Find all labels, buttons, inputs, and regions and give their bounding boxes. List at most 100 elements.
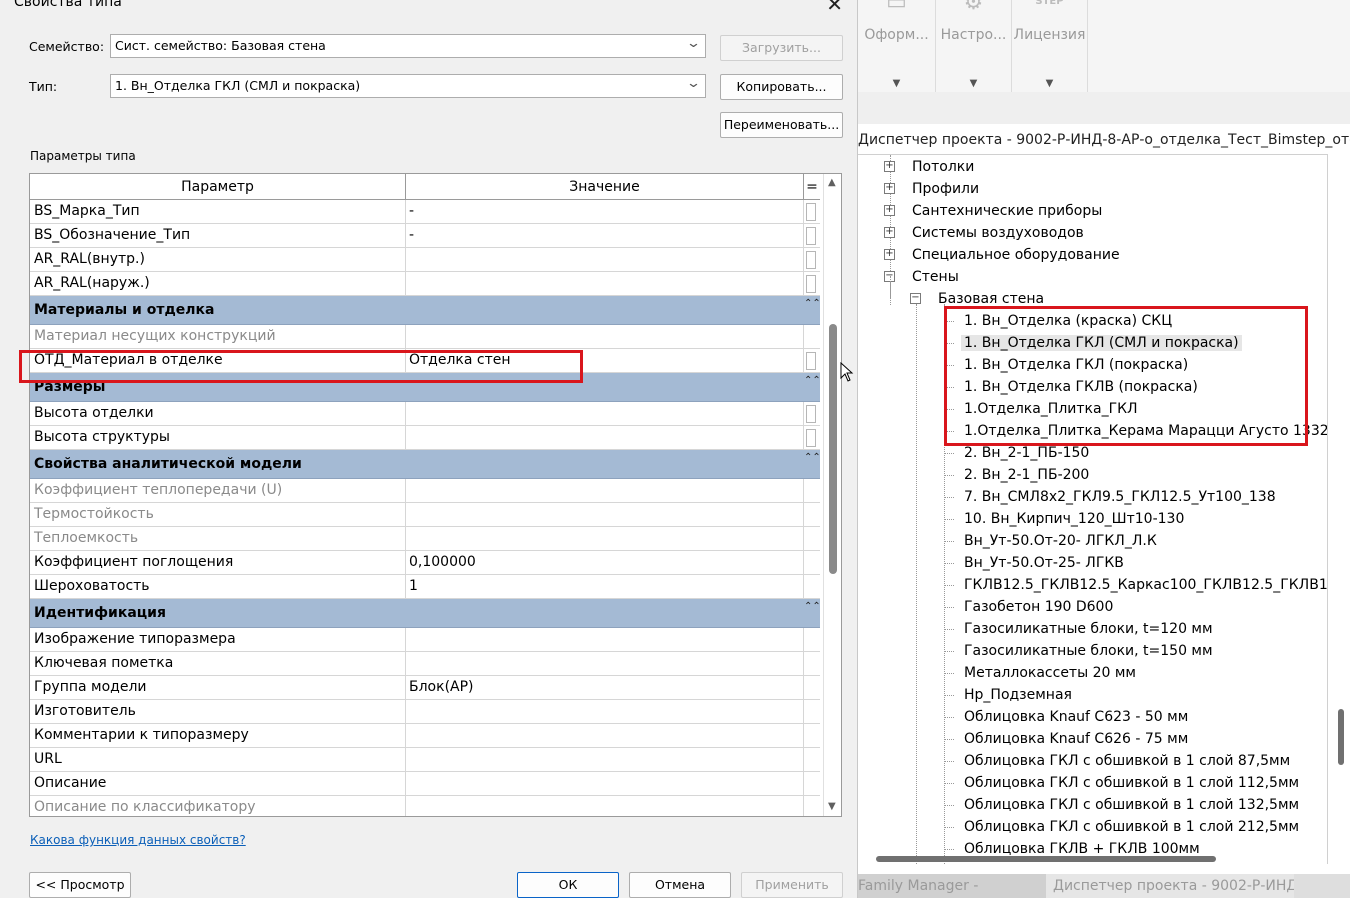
column-header-value[interactable]: Значение [406, 174, 804, 200]
tree-node-category[interactable]: Потолки [912, 156, 974, 178]
tree-node-type[interactable]: Газобетон 190 D600 [964, 596, 1113, 618]
tree-node-type[interactable]: Вн_Ут-50.От-20- ЛГКЛ_Л.К [964, 530, 1157, 552]
param-row[interactable]: BS_Обозначение_Тип - [30, 224, 820, 248]
associate-parameter-button[interactable] [806, 227, 816, 245]
chevron-down-icon[interactable]: ▼ [858, 78, 935, 89]
param-row[interactable]: Коэффициент теплопередачи (U) [30, 479, 820, 503]
param-row[interactable]: Группа модели Блок(АР) [30, 676, 820, 700]
param-row[interactable]: Ключевая пометка [30, 652, 820, 676]
collapse-icon[interactable]: ⌃⌃ [804, 450, 821, 466]
tree-node-type[interactable]: Облицовка ГКЛ с обшивкой в 1 слой 212,5м… [964, 816, 1299, 838]
tree-node-type[interactable]: 10. Вн_Кирпич_120_Шт10-130 [964, 508, 1184, 530]
param-group-header[interactable]: Идентификация ⌃⌃ [30, 599, 821, 628]
collapse-icon[interactable]: − [910, 293, 921, 304]
param-row[interactable]: BS_Марка_Тип - [30, 200, 820, 224]
associate-parameter-button[interactable] [806, 405, 816, 423]
tree-node-category[interactable]: Сантехнические приборы [912, 200, 1102, 222]
tree-node-type[interactable]: Металлокассеты 20 мм [964, 662, 1136, 684]
param-row[interactable]: Изготовитель [30, 700, 820, 724]
collapse-icon[interactable]: ⌃⌃ [804, 599, 821, 615]
browser-vertical-scrollbar[interactable] [1334, 154, 1348, 864]
ok-button[interactable]: ОК [517, 872, 619, 898]
param-row[interactable]: Комментарии к типоразмеру [30, 724, 820, 748]
tree-node-type[interactable]: Облицовка ГКЛ с обшивкой в 1 слой 112,5м… [964, 772, 1299, 794]
tree-node-type[interactable]: Нр_Подземная [964, 684, 1072, 706]
param-row[interactable]: Термостойкость [30, 503, 820, 527]
associate-parameter-button[interactable] [806, 275, 816, 293]
param-value[interactable] [406, 772, 804, 796]
collapse-icon[interactable]: ⌃⌃ [804, 373, 821, 389]
ribbon-group-license[interactable]: STEP Лицензия ▼ [1012, 0, 1088, 92]
param-value[interactable] [406, 652, 804, 676]
tree-node-type[interactable]: 2. Вн_2-1_ПБ-200 [964, 464, 1089, 486]
param-row[interactable]: Материал несущих конструкций [30, 325, 820, 349]
apply-button[interactable]: Применить [741, 872, 843, 898]
associate-parameter-button[interactable] [806, 352, 816, 370]
chevron-down-icon[interactable]: ▼ [1012, 78, 1087, 89]
tree-node-type[interactable]: 7. Вн_СМЛ8х2_ГКЛ9.5_ГКЛ12.5_Ут100_138 [964, 486, 1276, 508]
param-value[interactable]: Блок(АР) [406, 676, 804, 700]
type-combo[interactable]: 1. Вн_Отделка ГКЛ (СМЛ и покраска) ⌄ [110, 74, 706, 98]
tree-node-type[interactable]: Вн_Ут-50.От-25- ЛГКВ [964, 552, 1124, 574]
tree-node-type[interactable]: Облицовка ГКЛ с обшивкой в 1 слой 87,5мм [964, 750, 1290, 772]
param-row[interactable]: Изображение типоразмера [30, 628, 820, 652]
scrollbar-thumb[interactable] [1338, 709, 1344, 765]
cancel-button[interactable]: Отмена [629, 872, 731, 898]
associate-parameter-button[interactable] [806, 203, 816, 221]
column-header-formula[interactable]: = [804, 174, 820, 200]
tree-node-type[interactable]: ГКЛВ12.5_ГКЛВ12.5_Каркас100_ГКЛВ12.5_ГКЛ… [964, 574, 1327, 596]
param-group-header[interactable]: Свойства аналитической модели ⌃⌃ [30, 450, 821, 479]
param-value[interactable] [406, 248, 804, 272]
expand-icon[interactable]: + [884, 205, 895, 216]
tab-family-manager[interactable]: Family Manager - 26.1.0.13 [858, 874, 1046, 898]
param-row[interactable]: URL [30, 748, 820, 772]
param-row[interactable]: Коэффициент поглощения 0,100000 [30, 551, 820, 575]
tree-node-type[interactable]: Газосиликатные блоки, t=150 мм [964, 640, 1213, 662]
param-value[interactable] [406, 272, 804, 296]
family-combo[interactable]: Сист. семейство: Базовая стена ⌄ [110, 34, 706, 58]
param-value[interactable] [406, 402, 804, 426]
expand-icon[interactable]: + [884, 161, 895, 172]
tree-node-category[interactable]: Стены [912, 266, 959, 288]
param-row[interactable]: AR_RAL(внутр.) [30, 248, 820, 272]
param-value[interactable]: 1 [406, 575, 804, 599]
ribbon-group-format[interactable]: ▭ Оформ... ▼ [858, 0, 936, 92]
tree-node-type[interactable]: Облицовка ГКЛ с обшивкой в 1 слой 132,5м… [964, 794, 1299, 816]
param-value[interactable]: 0,100000 [406, 551, 804, 575]
param-row[interactable]: Описание [30, 772, 820, 796]
browser-horizontal-scrollbar[interactable] [876, 856, 1216, 862]
param-value[interactable] [406, 628, 804, 652]
chevron-down-icon[interactable]: ▼ [936, 78, 1011, 89]
tree-node-category[interactable]: Системы воздуховодов [912, 222, 1084, 244]
param-value[interactable] [406, 748, 804, 772]
param-row[interactable]: Высота отделки [30, 402, 820, 426]
scroll-down-icon[interactable]: ▼ [828, 801, 836, 812]
collapse-icon[interactable]: ⌃⌃ [804, 296, 821, 312]
tree-node-type[interactable]: Облицовка Knauf С626 - 75 мм [964, 728, 1188, 750]
scrollbar-thumb[interactable] [829, 324, 837, 574]
param-row[interactable]: Теплоемкость [30, 527, 820, 551]
param-row[interactable]: AR_RAL(наруж.) [30, 272, 820, 296]
scroll-up-icon[interactable]: ▲ [828, 177, 836, 188]
column-header-parameter[interactable]: Параметр [30, 174, 406, 200]
tree-node-type[interactable]: Газосиликатные блоки, t=120 мм [964, 618, 1213, 640]
preview-button[interactable]: << Просмотр [29, 872, 131, 898]
close-icon[interactable]: ✕ [826, 0, 843, 16]
copy-button[interactable]: Копировать... [720, 74, 843, 100]
expand-icon[interactable]: + [884, 227, 895, 238]
param-value[interactable]: - [406, 200, 804, 224]
rename-button[interactable]: Переименовать... [720, 112, 843, 138]
tree-node-category[interactable]: Профили [912, 178, 979, 200]
tree-node-type[interactable]: Облицовка Knauf С623 - 50 мм [964, 706, 1188, 728]
param-row[interactable]: Высота структуры [30, 426, 820, 450]
load-button[interactable]: Загрузить... [720, 35, 843, 61]
expand-icon[interactable]: + [884, 249, 895, 260]
param-value[interactable]: - [406, 224, 804, 248]
ribbon-group-settings[interactable]: ⚙ Настро... ▼ [936, 0, 1012, 92]
param-value[interactable] [406, 426, 804, 450]
param-value[interactable] [406, 700, 804, 724]
param-row[interactable]: Шероховатость 1 [30, 575, 820, 599]
tab-project-browser[interactable]: Диспетчер проекта - 9002-Р-ИНД-8-АР-о_от… [1046, 874, 1294, 898]
param-value[interactable] [406, 724, 804, 748]
param-row[interactable]: Описание по классификатору [30, 796, 820, 816]
